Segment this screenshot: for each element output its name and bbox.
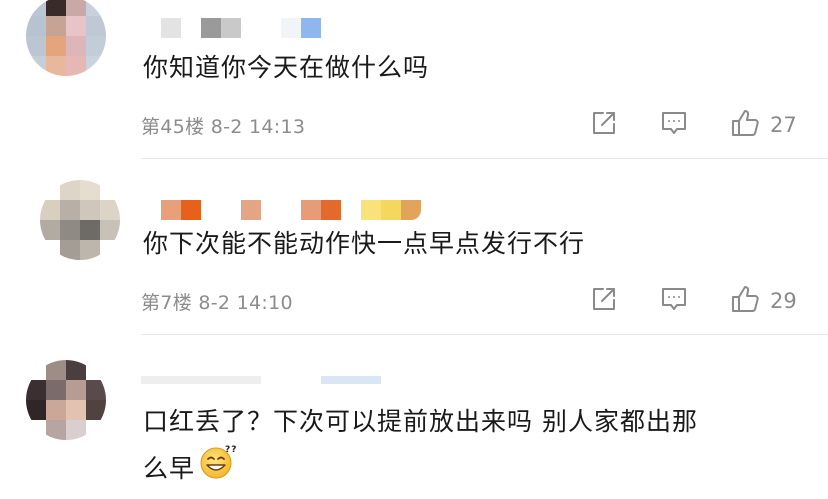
username[interactable] — [141, 376, 381, 384]
avatar[interactable] — [40, 180, 120, 260]
comment-text: 么早 ?? — [143, 443, 237, 494]
grinning-emoji-icon: ?? — [199, 443, 237, 491]
comment-text-continued: 么早 — [143, 454, 196, 483]
comment-item: 你知道你今天在做什么吗 第45楼 8-2 14:13 27 — [0, 0, 828, 160]
comment-floor-time: 第7楼 8-2 14:10 — [141, 292, 293, 314]
username[interactable] — [161, 18, 321, 38]
like-count: 29 — [770, 289, 797, 313]
comment-list: 你知道你今天在做什么吗 第45楼 8-2 14:13 27 你下次能不能动作快一… — [0, 0, 828, 499]
thumbs-up-icon[interactable] — [730, 108, 760, 142]
comment-actions: 29 — [590, 286, 800, 316]
like-count: 27 — [770, 113, 797, 137]
comment-text: 你下次能不能动作快一点早点发行不行 — [143, 229, 586, 258]
comment-item: 口红丢了？下次可以提前放出来吗 别人家都出那 么早 ?? — [0, 336, 828, 499]
avatar[interactable] — [26, 360, 106, 440]
comment-floor-time: 第45楼 8-2 14:13 — [141, 116, 306, 138]
svg-text:??: ?? — [225, 445, 237, 455]
comment-text: 口红丢了？下次可以提前放出来吗 别人家都出那 — [143, 407, 698, 436]
comment-text: 你知道你今天在做什么吗 — [143, 53, 430, 82]
divider — [141, 158, 828, 159]
comment-item: 你下次能不能动作快一点早点发行不行 第7楼 8-2 14:10 29 — [0, 160, 828, 335]
thumbs-up-icon[interactable] — [730, 284, 760, 318]
share-icon[interactable] — [590, 109, 618, 141]
username[interactable] — [161, 200, 421, 220]
avatar[interactable] — [26, 0, 106, 76]
comment-icon[interactable] — [660, 285, 688, 317]
comment-actions: 27 — [590, 110, 800, 140]
share-icon[interactable] — [590, 285, 618, 317]
comment-icon[interactable] — [660, 109, 688, 141]
divider — [141, 334, 828, 335]
